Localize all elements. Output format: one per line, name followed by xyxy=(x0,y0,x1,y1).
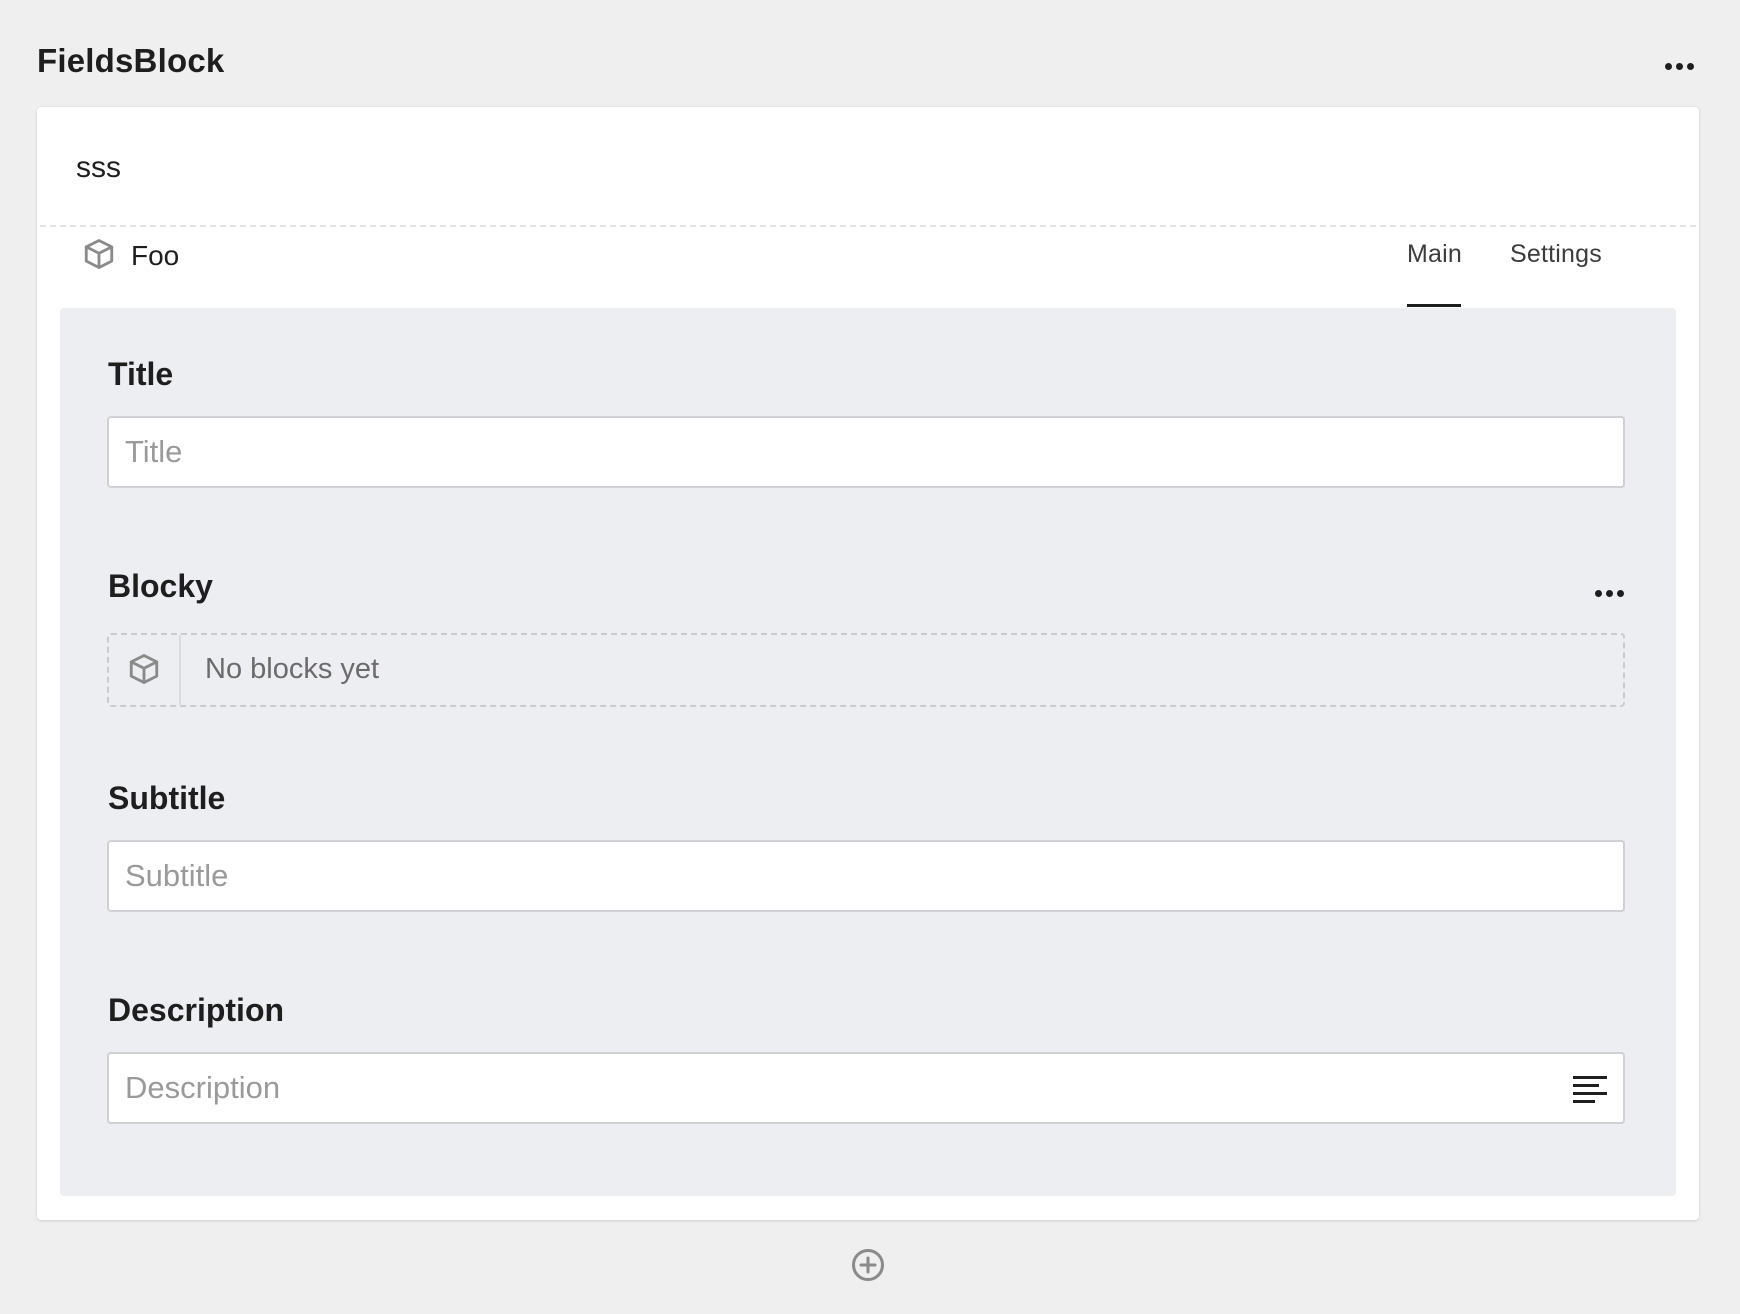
plus-circle-icon[interactable] xyxy=(851,1248,885,1282)
blocky-more-options-icon[interactable] xyxy=(1589,579,1629,607)
nested-block-title: Foo xyxy=(131,240,180,271)
description-field xyxy=(107,1052,1625,1124)
blocky-label: Blocky xyxy=(108,568,213,604)
block-header: FieldsBlock xyxy=(37,40,1699,88)
blocky-empty-text: No blocks yet xyxy=(205,653,380,685)
block-name[interactable]: sss xyxy=(76,151,121,185)
divider xyxy=(40,225,1696,227)
subtitle-input[interactable] xyxy=(107,840,1625,912)
blocky-icon-cell xyxy=(109,635,181,705)
cube-icon xyxy=(129,654,159,684)
title-label: Title xyxy=(108,356,174,392)
tab-settings[interactable]: Settings xyxy=(1510,240,1602,269)
description-label: Description xyxy=(108,992,285,1028)
block-title: FieldsBlock xyxy=(37,42,225,79)
active-tab-indicator xyxy=(1407,304,1461,307)
description-input[interactable] xyxy=(107,1052,1625,1124)
blocky-empty-state[interactable]: No blocks yet xyxy=(107,633,1625,707)
fields-panel: Title Blocky No blocks yet Subtitle Desc… xyxy=(60,308,1676,1196)
align-left-icon[interactable] xyxy=(1573,1074,1607,1103)
title-input[interactable] xyxy=(107,416,1625,488)
subtitle-label: Subtitle xyxy=(108,780,226,816)
tab-main[interactable]: Main xyxy=(1407,240,1462,269)
block-card: sss Foo Main Settings Title Blocky xyxy=(37,107,1699,1220)
more-options-icon[interactable] xyxy=(1659,52,1699,80)
cube-icon xyxy=(84,239,114,269)
